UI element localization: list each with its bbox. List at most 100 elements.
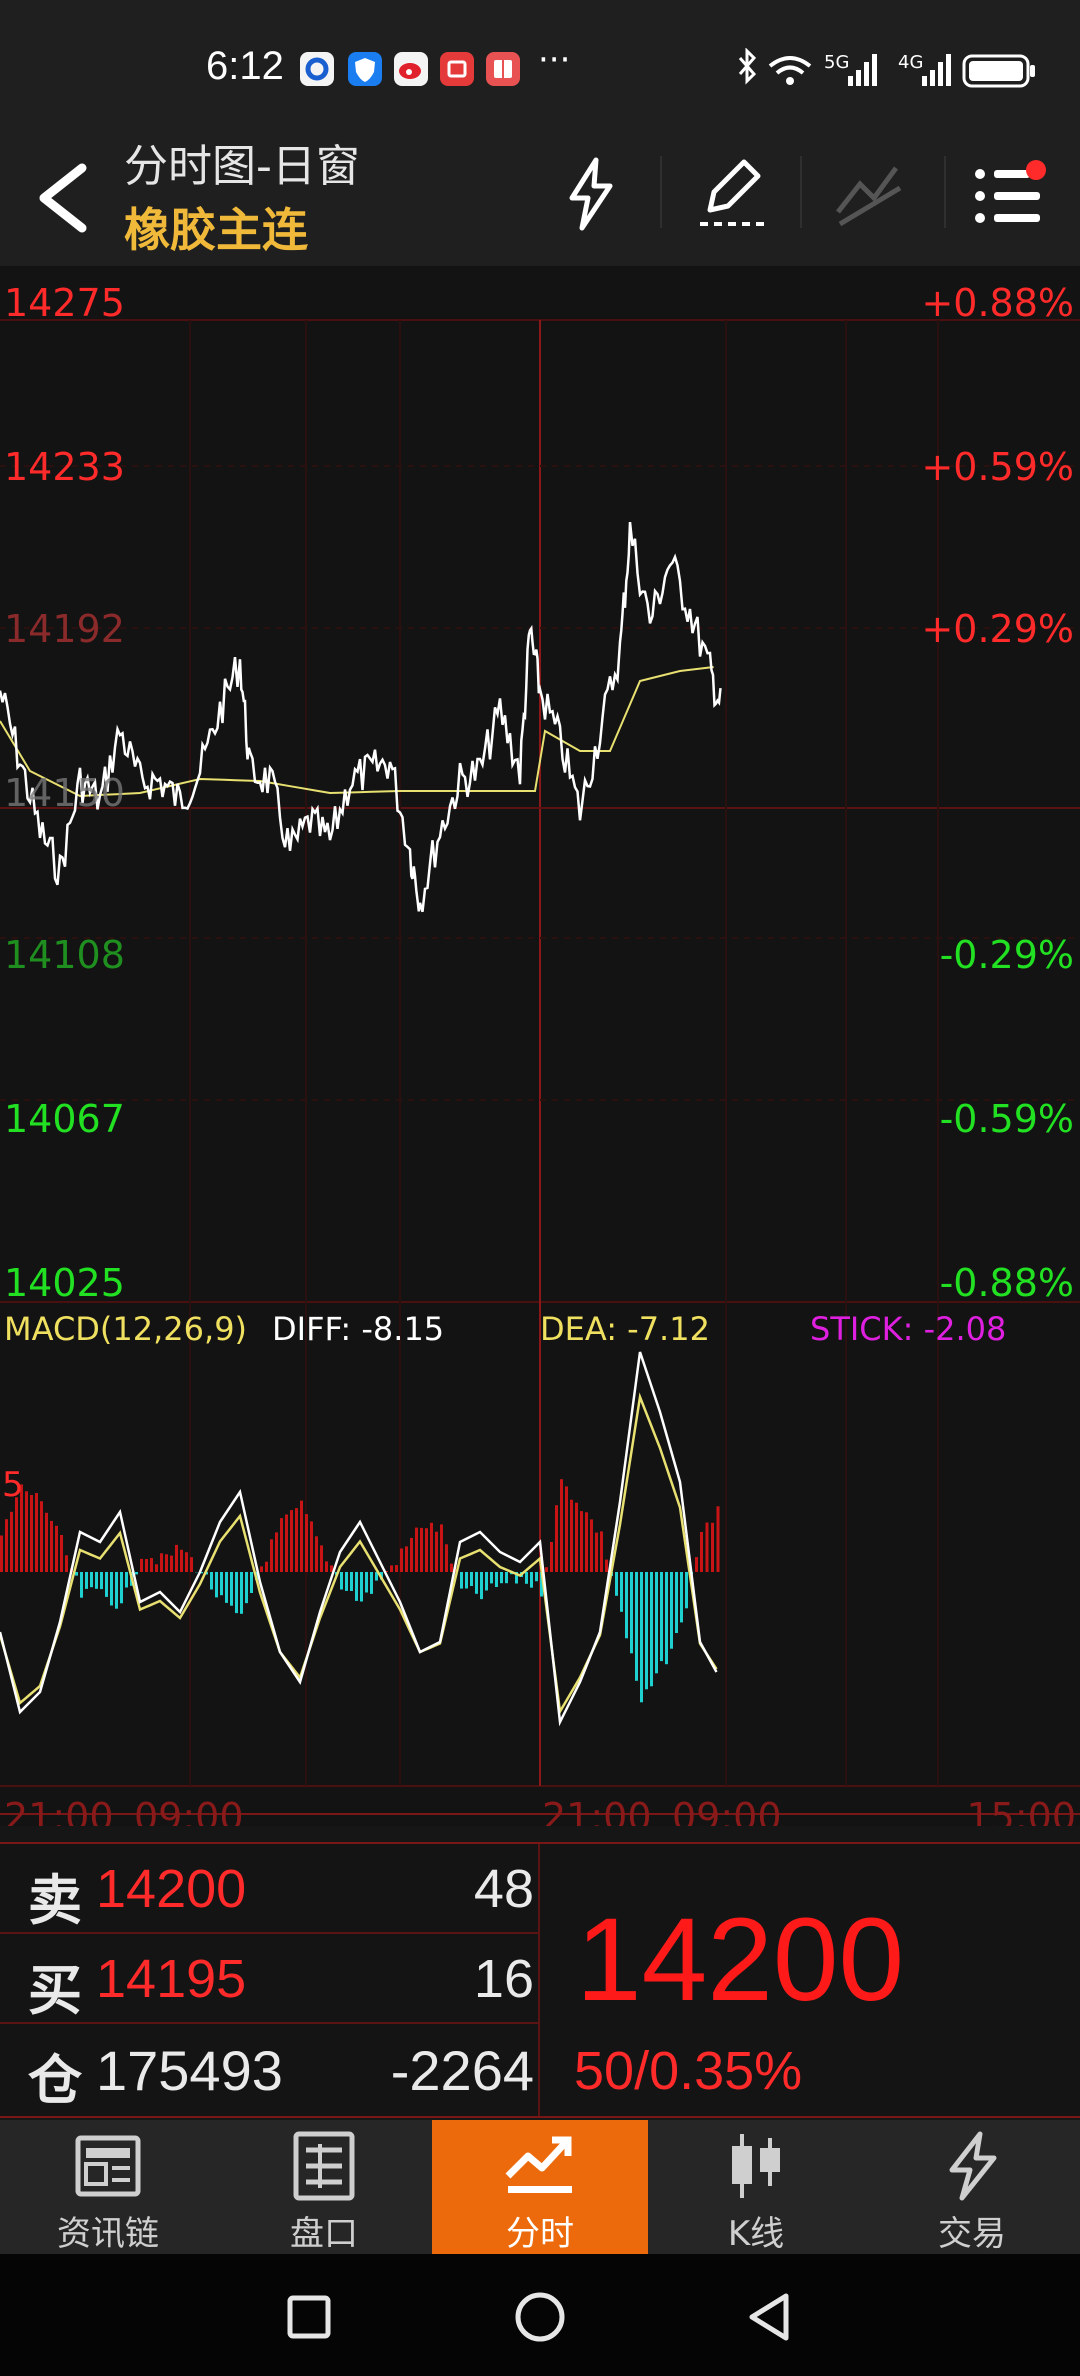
indicator-toggle-icon[interactable] [830,154,910,234]
macd-diff-line [0,1351,718,1727]
last-price: 14200 [576,1894,905,2026]
time-label: 09:00 [672,1795,782,1826]
macd-bar [716,1506,720,1572]
tab-order-book[interactable]: 盘口 [216,2120,432,2254]
intraday-chart[interactable]: 14275 14233 14192 14150 14108 14067 1402… [0,266,1080,1839]
macd-bar [545,1567,548,1572]
macd-bar [110,1572,113,1606]
notification-dot [1026,160,1046,180]
macd-bar [595,1532,598,1572]
tab-trade[interactable]: 交易 [864,2120,1080,2254]
macd-bar [300,1500,303,1572]
tab-label: 盘口 [290,2214,358,2254]
macd-bar [490,1572,493,1584]
macd-bar [420,1527,423,1572]
macd-bar [700,1531,703,1572]
macd-bar [425,1528,428,1572]
macd-bar [645,1572,648,1690]
macd-bar [365,1572,368,1593]
macd-bar [5,1519,8,1572]
macd-bar [210,1572,213,1590]
draw-pen-icon[interactable] [692,152,772,232]
battery-icon [962,54,1035,88]
macd-bar [230,1572,233,1606]
macd-bar [50,1520,53,1572]
macd-bar [10,1511,13,1572]
macd-bar [660,1572,663,1662]
header-bar: 分时图-日窗 橡胶主连 [0,130,1080,266]
macd-bar [120,1572,123,1604]
macd-bar [320,1545,323,1572]
macd-bar [580,1511,583,1572]
macd-bar [670,1572,673,1649]
header-divider [800,156,802,228]
book-notification-icon [486,52,520,86]
macd-bar [470,1572,473,1586]
macd-bar [560,1479,563,1572]
macd-bar [220,1572,223,1596]
macd-bar [620,1572,623,1612]
macd-bar [605,1559,608,1572]
macd-bar [170,1555,173,1572]
more-notifications-icon: ··· [538,40,571,80]
macd-bar [400,1548,403,1572]
macd-bar [140,1558,143,1572]
macd-bar [695,1557,698,1572]
macd-bar [145,1559,148,1572]
open-interest-value: 175493 [96,2039,283,2102]
macd-bar [685,1572,688,1609]
macd-bar [630,1572,633,1654]
macd-bar [325,1561,328,1572]
macd-bar [235,1572,238,1614]
recent-apps-icon[interactable] [287,2295,331,2339]
price-label: 14108 [4,933,125,977]
header-divider [944,156,946,228]
macd-bar [290,1510,293,1572]
trade-icon [949,2131,997,2201]
macd-bar [550,1542,553,1572]
macd-bar [115,1572,118,1609]
macd-bar [460,1572,463,1589]
percent-label: -0.59% [940,1097,1074,1141]
macd-bar [100,1572,103,1590]
macd-bar [530,1572,533,1588]
tab-intraday[interactable]: 分时 [432,2120,648,2254]
tab-candlestick[interactable]: K线 [648,2120,864,2254]
macd-bar [85,1572,88,1589]
ask-row[interactable]: 卖 14200 48 [0,1844,540,1934]
macd-bar [711,1522,714,1572]
bid-row[interactable]: 买 14195 16 [0,1934,540,2024]
tab-news-chain[interactable]: 资讯链 [0,2120,216,2254]
macd-bar [635,1572,638,1681]
home-icon[interactable] [515,2292,565,2342]
macd-bar [155,1564,158,1572]
quote-panel: 卖 14200 48 买 14195 16 仓 175493 -2264 142… [0,1842,1080,2118]
macd-bar [450,1563,453,1572]
percent-label: +0.29% [921,607,1074,651]
time-label: 21:00 [542,1795,652,1826]
macd-bar [30,1495,33,1572]
huawei-notification-icon [440,52,474,86]
flash-icon[interactable] [556,154,626,234]
macd-bar [405,1546,408,1572]
back-icon[interactable] [749,2293,789,2341]
menu-list-icon[interactable] [970,156,1050,236]
header-divider [660,156,662,228]
macd-bar [250,1572,253,1593]
macd-bar [15,1497,18,1572]
shield-notification-icon [348,52,382,86]
macd-bar [355,1572,358,1601]
macd-bar [500,1572,503,1584]
quote-divider [538,1844,540,2116]
macd-bar [40,1501,43,1572]
macd-bar [555,1505,558,1572]
macd-dea-line [0,1392,718,1716]
macd-bar [475,1572,478,1594]
back-arrow-icon[interactable] [30,160,94,236]
status-indicators: 5G 4G [738,48,1035,88]
macd-bar [175,1544,178,1572]
wifi-icon [768,56,812,85]
macd-bar [415,1527,418,1572]
system-navigation-bar [0,2254,1080,2376]
macd-bar [465,1572,468,1589]
